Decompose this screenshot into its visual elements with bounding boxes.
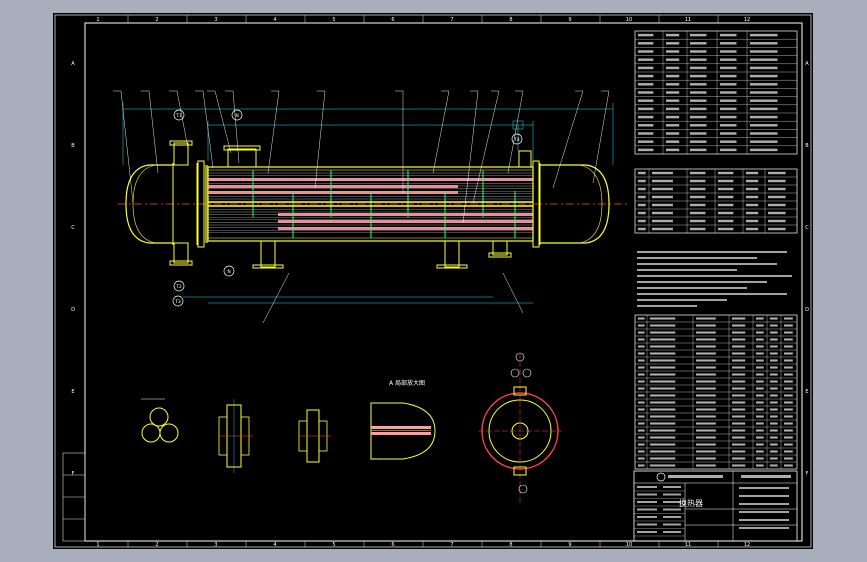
grid-label-bottom: 10 [626, 542, 632, 548]
grid-label-bottom: 7 [450, 542, 453, 548]
nozzle-t1 [173, 142, 189, 166]
grid-label-bottom: 6 [391, 542, 394, 548]
detail-flange-1 [218, 399, 253, 473]
grid-label-top: 10 [626, 17, 632, 23]
vent-nozzle [518, 150, 532, 168]
detail-partial-enlargement: A 局部放大图 [370, 379, 436, 460]
grid-label-bottom: 4 [273, 542, 276, 548]
grid-label-top: 1 [96, 17, 99, 23]
detail-three-circles [141, 398, 179, 443]
grid-label-bottom: 3 [214, 542, 217, 548]
support-left [260, 240, 276, 268]
nozzle-n-top [227, 148, 257, 168]
grid-label-left: B [71, 143, 75, 149]
grid-label-bottom: 5 [332, 542, 335, 548]
grid-label-right: D [805, 307, 809, 313]
grid-label-left: F [72, 471, 75, 477]
grid-label-top: 4 [273, 17, 276, 23]
grid-label-top: 11 [685, 17, 691, 23]
drawing-name: 换热器 [679, 499, 703, 508]
nozzle-callouts: T1 N T2 N T3 T4 [172, 109, 523, 307]
nozzle-callout-label: N [235, 113, 238, 119]
grid-label-right: E [805, 389, 808, 395]
drawing-sheet: 1 1 2 2 3 3 4 4 5 5 6 6 7 7 8 8 9 9 10 10 11 11 12 12 AABBCCDDE… [53, 13, 813, 549]
nozzle-t2 [173, 242, 189, 264]
grid-label-right: B [805, 143, 809, 149]
heat-exchanger-elevation: T1 N T2 N T3 T4 [113, 90, 628, 324]
technical-tables [634, 30, 798, 470]
nozzle-callout-label: T2 [175, 284, 182, 290]
technical-notes [637, 251, 792, 307]
grid-label-right: C [805, 225, 809, 231]
grid-label-bottom: 8 [509, 542, 512, 548]
nozzle-callout-label: T1 [175, 113, 182, 119]
nozzle-callout-label: T3 [174, 299, 181, 305]
grid-label-left: C [71, 225, 75, 231]
title-block [633, 470, 798, 542]
detail-flange-2 [298, 409, 331, 463]
detail-section-view [478, 352, 562, 503]
grid-label-top: 12 [744, 17, 750, 23]
detail-title: A 局部放大图 [389, 379, 425, 387]
grid-label-bottom: 11 [685, 542, 691, 548]
grid-label-bottom: 2 [155, 542, 158, 548]
grid-label-top: 8 [509, 17, 512, 23]
part-leaders [113, 90, 610, 324]
grid-label-top: 7 [450, 17, 453, 23]
grid-label-left: A [71, 61, 75, 67]
grid-label-right: A [805, 61, 809, 67]
nozzle-callout-label: T4 [513, 137, 520, 143]
grid-label-right: F [806, 471, 809, 477]
grid-label-left: E [71, 389, 74, 395]
grid-label-bottom: 9 [568, 542, 571, 548]
grid-label-top: 5 [332, 17, 335, 23]
drawing-canvas: 112233445566778899101011111212 A AB BC CD DE… [54, 14, 812, 548]
grid-label-top: 3 [214, 17, 217, 23]
grid-label-bottom: 12 [744, 542, 750, 548]
grid-label-top: 6 [391, 17, 394, 23]
support-right [444, 240, 460, 268]
grid-label-top: 2 [155, 17, 158, 23]
grid-label-left: D [71, 307, 75, 313]
grid-label-top: 9 [568, 17, 571, 23]
grid-label-bottom: 1 [96, 542, 99, 548]
nozzle-callout-label: N [227, 269, 230, 275]
